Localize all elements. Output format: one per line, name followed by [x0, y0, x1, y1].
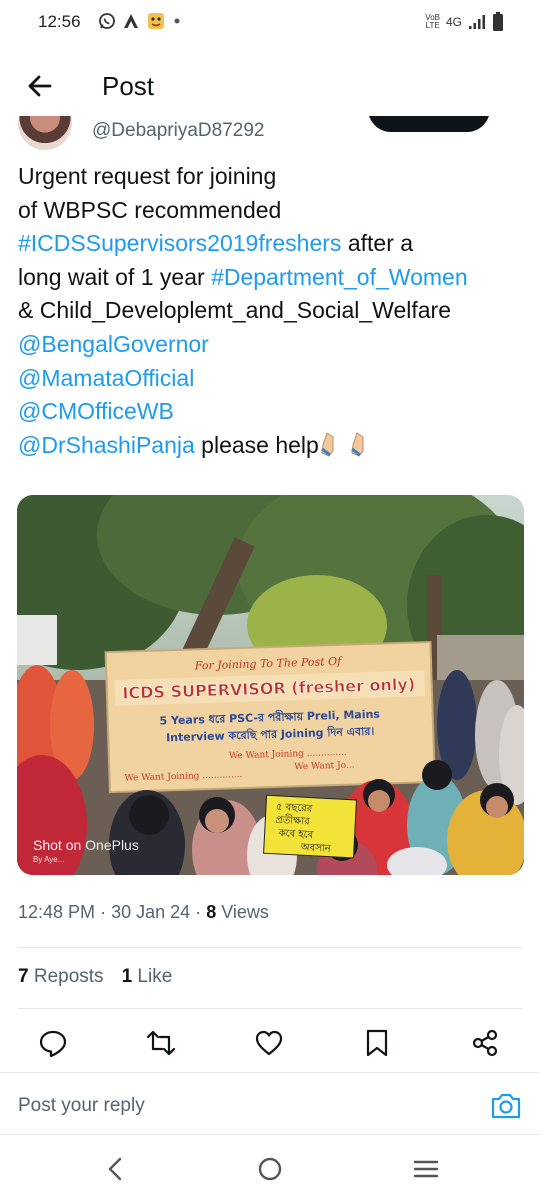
watermark-by: By Aye... [33, 855, 64, 864]
post-text-after-hashtag: after a [341, 230, 414, 257]
meta-separator-2: · [195, 902, 202, 922]
divider-top [18, 947, 522, 948]
placard-line-1: ৫ বছরের [276, 802, 313, 815]
emoji-face-icon [148, 13, 164, 29]
post-text: Urgent request for joining of WBPSC reco… [18, 160, 530, 462]
post-text-line-last: @DrShashiPanja please help [18, 429, 530, 463]
system-icons: VoB LTE 4G [425, 12, 504, 32]
status-bar: 12:56 VoB LTE 4G [0, 0, 540, 46]
folded-hands-emoji-icon [320, 431, 334, 457]
post-meta: 12:48 PM · 30 Jan 24 · 8 Views [18, 902, 269, 923]
hashtag-department[interactable]: #Department_of_Women [211, 264, 468, 290]
camera-icon[interactable] [490, 1091, 522, 1121]
signal-icon [469, 15, 485, 29]
folded-hands-emoji-icon-2 [350, 431, 364, 457]
battery-icon [493, 12, 503, 31]
mention-mamata-official[interactable]: @MamataOfficial [18, 362, 530, 396]
author-row: @DebapriyaD87292 [0, 116, 540, 150]
post-time: 12:48 PM [18, 902, 96, 922]
mention-drshashipanja[interactable]: @DrShashiPanja [18, 432, 195, 458]
system-nav-bar [0, 1134, 540, 1200]
author-handle[interactable]: @DebapriyaD87292 [92, 120, 264, 142]
likes-count: 1 [121, 966, 133, 987]
reply-icon[interactable] [38, 1028, 68, 1058]
post-text-line-4-pre: long wait of 1 year [18, 263, 212, 290]
watermark-shot-on: Shot on OnePlus [33, 837, 139, 853]
post-stats: 7 Reposts 1 Like [18, 966, 172, 988]
reposts-stat[interactable]: 7 Reposts [18, 966, 104, 988]
post-text-please-help: please help [194, 431, 319, 458]
notification-icons [98, 12, 182, 30]
views-label: Views [216, 902, 269, 922]
avatar[interactable] [18, 116, 72, 150]
protest-photo: For Joining To The Post Of ICDS SUPERVIS… [17, 495, 524, 875]
network-type: 4G [445, 15, 462, 29]
volte-bottom-label: LTE [425, 21, 440, 30]
repost-icon[interactable] [146, 1028, 176, 1058]
meta-separator: · [100, 902, 107, 922]
whatsapp-icon [99, 13, 115, 29]
likes-stat[interactable]: 1 Like [122, 966, 173, 988]
placard-line-3: কবে হবে [277, 828, 314, 841]
post-text-line-4: long wait of 1 year #Department_of_Women [18, 261, 530, 295]
divider-bottom [18, 1008, 522, 1009]
hashtag-icds[interactable]: #ICDSSupervisors2019freshers [18, 230, 341, 256]
post-date: 30 Jan 24 [111, 902, 191, 922]
placard-line-4: অবসান [300, 842, 332, 855]
post-image[interactable]: For Joining To The Post Of ICDS SUPERVIS… [17, 495, 524, 875]
a-icon [124, 14, 138, 28]
nav-home-icon[interactable] [256, 1155, 284, 1183]
mention-bengal-governor[interactable]: @BengalGovernor [18, 328, 530, 362]
post-text-line-3: #ICDSSupervisors2019freshers after a [18, 227, 530, 261]
nav-back-icon[interactable] [102, 1155, 130, 1183]
nav-recents-icon[interactable] [412, 1155, 440, 1183]
reply-bar [0, 1072, 540, 1134]
like-icon[interactable] [254, 1028, 284, 1058]
back-arrow-icon[interactable] [24, 70, 56, 102]
reposts-count: 7 [18, 966, 29, 987]
page-title: Post [102, 71, 155, 101]
dot-icon [174, 18, 180, 24]
action-bar [0, 1022, 540, 1062]
views-count: 8 [206, 902, 217, 922]
mention-cmoffice-wb[interactable]: @CMOfficeWB [18, 395, 530, 429]
reposts-label: Reposts [33, 966, 104, 987]
post-text-line-5: & Child_Developlemt_and_Social_Welfare [18, 297, 451, 324]
follow-button[interactable] [368, 116, 490, 132]
post-text-line-1: Urgent request for joining [18, 163, 277, 189]
reply-input[interactable] [18, 1095, 458, 1117]
post-text-line-2: of WBPSC recommended [18, 196, 282, 223]
app-bar: Post [0, 56, 540, 116]
likes-label: Like [137, 966, 173, 987]
share-icon[interactable] [470, 1028, 500, 1058]
banner-line-7: We Want Jo... [294, 760, 355, 772]
bookmark-icon[interactable] [362, 1028, 392, 1058]
status-time: 12:56 [38, 12, 81, 31]
volte-indicator: VoB LTE [425, 14, 440, 30]
